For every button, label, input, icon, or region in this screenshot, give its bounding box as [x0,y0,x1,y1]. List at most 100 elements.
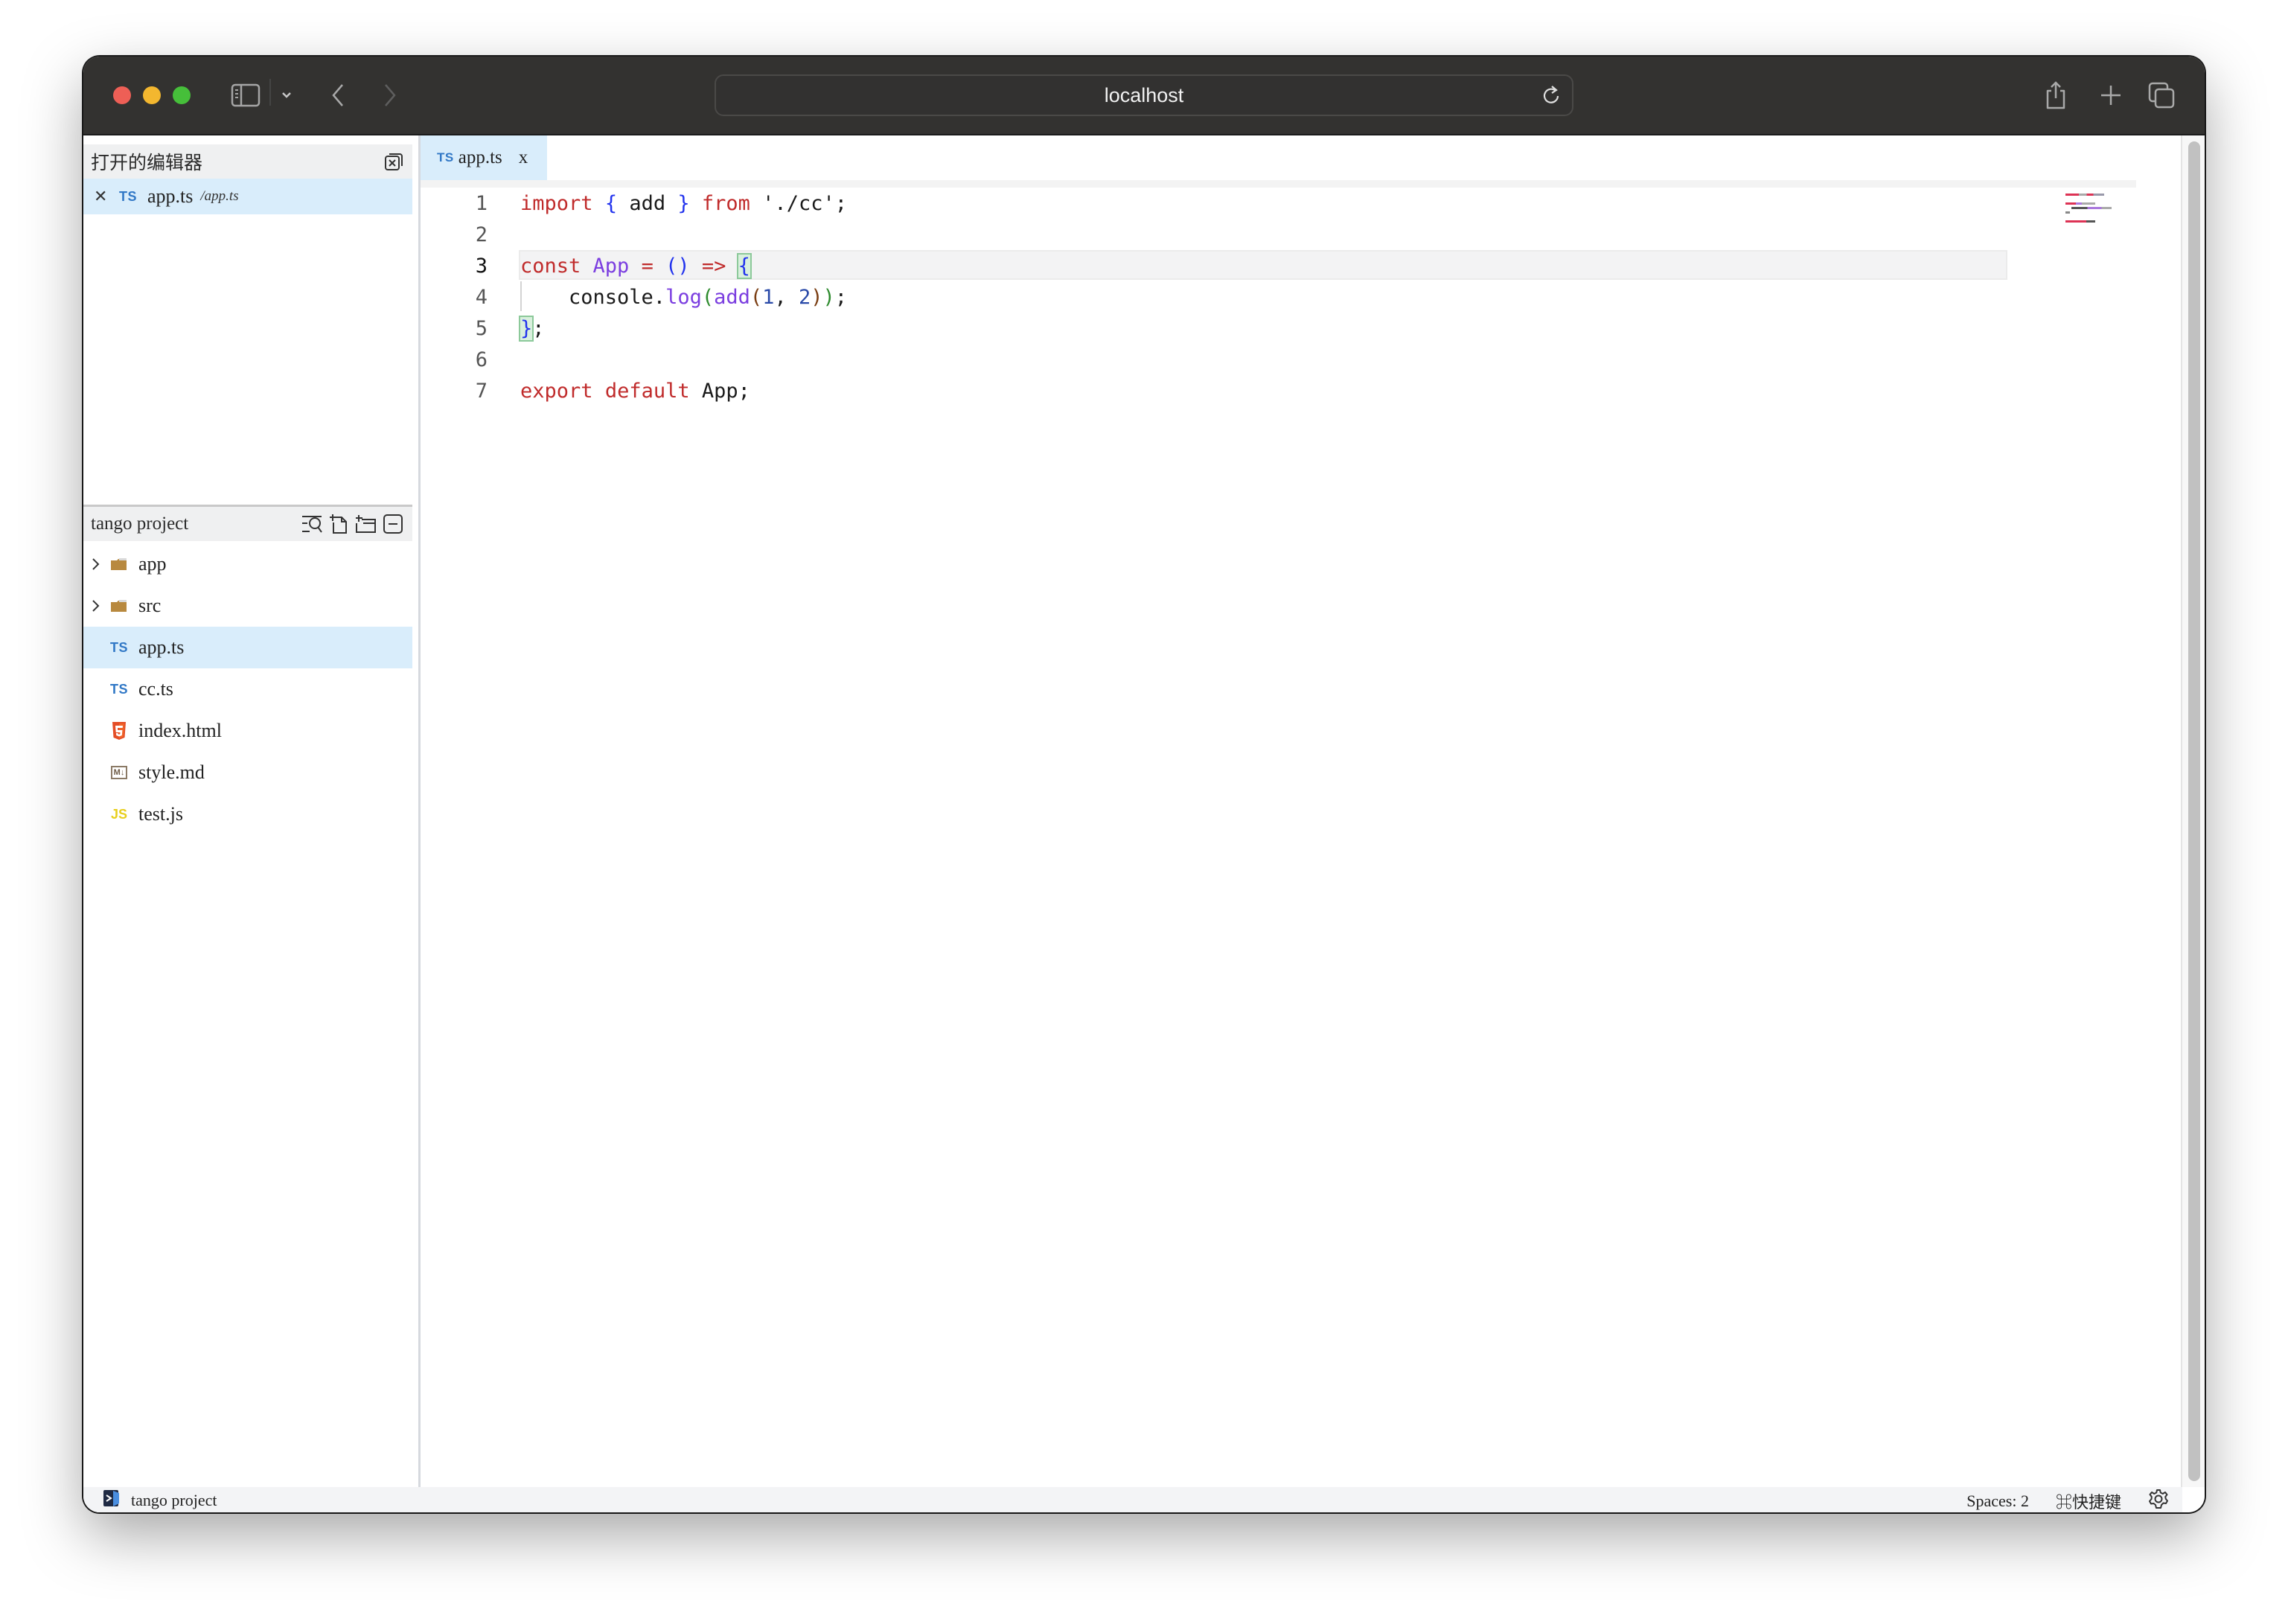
line-number: 6 [475,348,488,371]
explorer-title: tango project [91,514,189,534]
tab-close-button[interactable]: x [519,147,528,168]
code-line: 4 console.log(add(1, 2)); [421,281,847,313]
line-text: import { add } from './cc'; [520,191,847,215]
line-text: }; [518,315,545,342]
sidebar-toggle-button[interactable] [229,79,262,112]
tree-file-test-js[interactable]: JS test.js [83,793,412,835]
line-number: 1 [475,191,488,215]
minimap[interactable] [2065,194,2112,223]
tab-label: app.ts [458,147,502,167]
page-content: 打开的编辑器 ✕ TS app.ts /app.ts tango project [83,135,2205,1512]
typescript-file-icon: TS [109,681,128,697]
chevron-right-icon [383,83,397,108]
minimize-window-button[interactable] [143,86,161,104]
bracket-match: } [518,315,534,342]
line-text: console.log(add(1, 2)); [520,285,848,309]
new-file-icon[interactable] [329,514,348,534]
tree-item-label: index.html [138,720,222,741]
open-editors-title: 打开的编辑器 [91,153,203,173]
typescript-file-icon: TS [437,150,454,164]
html5-file-icon [106,721,132,741]
code-line: 7 export default App; [421,375,750,406]
javascript-file-icon: JS [110,806,128,822]
page-scrollbar[interactable] [2181,135,2205,1487]
tree-file-cc-ts[interactable]: TS cc.ts [83,668,412,710]
chevron-down-icon [281,91,293,100]
page-scrollbar-thumb[interactable] [2188,141,2200,1481]
browser-toolbar: localhost [83,57,2205,135]
tree-item-label: test.js [138,803,183,825]
browser-window: localhost 打开的编辑器 ✕ TS app.ts /app.ts tan… [83,57,2205,1512]
new-folder-icon[interactable] [354,514,377,534]
file-tree: app src TS app.ts TS cc.ts index.html M↓… [83,543,412,835]
tree-item-label: style.md [138,761,205,783]
tree-item-label: src [138,595,162,616]
code-editor[interactable]: TS app.ts x 1 import { add } from './cc'… [421,135,2205,1487]
address-bar[interactable]: localhost [715,74,1573,116]
share-button[interactable] [2041,79,2071,112]
tab-overview-button[interactable] [2147,79,2176,112]
folder-icon [106,557,132,571]
open-editors-header[interactable]: 打开的编辑器 [83,144,412,179]
close-icon[interactable]: ✕ [94,188,113,206]
line-number: 5 [475,316,488,340]
toolbar-divider [269,79,271,106]
chevron-right-icon[interactable] [86,557,106,571]
search-files-icon[interactable] [301,514,323,534]
line-number: 7 [475,379,488,403]
line-text: export default App; [520,379,750,403]
open-editor-path: /app.ts [200,188,239,204]
zoom-window-button[interactable] [173,86,191,104]
code-line: 2 [421,219,488,250]
tab-bar-shadow [421,180,2136,188]
close-all-icon[interactable] [384,152,403,171]
sidebar-icon [231,83,261,107]
chevron-left-icon [330,83,345,108]
code-line-active: 3 const App = () => { [421,250,752,281]
open-editor-item[interactable]: ✕ TS app.ts /app.ts [83,179,412,214]
vscode-logo-icon [103,1489,121,1512]
folder-icon [106,599,132,613]
code-line: 5 }; [421,313,545,344]
chevron-right-icon[interactable] [86,599,106,613]
tree-folder-src[interactable]: src [83,585,412,627]
line-number: 4 [475,285,488,309]
code-line: 1 import { add } from './cc'; [421,188,847,219]
tree-folder-app[interactable]: app [83,543,412,585]
share-icon [2044,80,2068,110]
line-number: 2 [475,223,488,246]
explorer-header[interactable]: tango project [83,505,412,541]
url-text: localhost [1104,83,1184,106]
open-editor-filename: app.ts [147,185,194,207]
plus-icon [2100,84,2122,106]
gear-icon[interactable] [2148,1489,2169,1512]
tree-item-label: app [138,553,167,575]
status-indentation[interactable]: Spaces: 2 [1966,1492,2029,1511]
back-button[interactable] [323,79,353,112]
status-project-name[interactable]: tango project [131,1491,217,1510]
typescript-file-icon: TS [109,639,128,655]
tree-file-app-ts[interactable]: TS app.ts [83,627,412,668]
code-line: 6 [421,344,488,375]
collapse-all-icon[interactable] [383,514,403,534]
forward-button[interactable] [375,79,405,112]
tree-item-label: app.ts [138,636,185,658]
status-shortcuts[interactable]: ⌘快捷键 [2056,1489,2121,1512]
tabs-overview-icon [2148,82,2175,109]
tree-file-index-html[interactable]: index.html [83,710,412,752]
markdown-file-icon: M↓ [106,766,132,779]
reload-icon[interactable] [1541,83,1562,111]
bracket-match: { [736,252,752,279]
line-number: 3 [475,254,488,278]
tree-file-style-md[interactable]: M↓ style.md [83,752,412,793]
tab-app-ts[interactable]: TS app.ts x [421,135,547,180]
sidebar: 打开的编辑器 ✕ TS app.ts /app.ts tango project [83,135,420,1487]
status-bar: tango project Spaces: 2 ⌘快捷键 [83,1487,2182,1512]
new-tab-button[interactable] [2096,79,2126,112]
tab-group-menu-button[interactable] [275,79,298,112]
editor-tab-bar: TS app.ts x [421,135,2182,180]
line-text: const App = () => { [520,252,752,279]
close-window-button[interactable] [113,86,131,104]
typescript-file-icon: TS [119,188,138,204]
tree-item-label: cc.ts [138,678,173,700]
